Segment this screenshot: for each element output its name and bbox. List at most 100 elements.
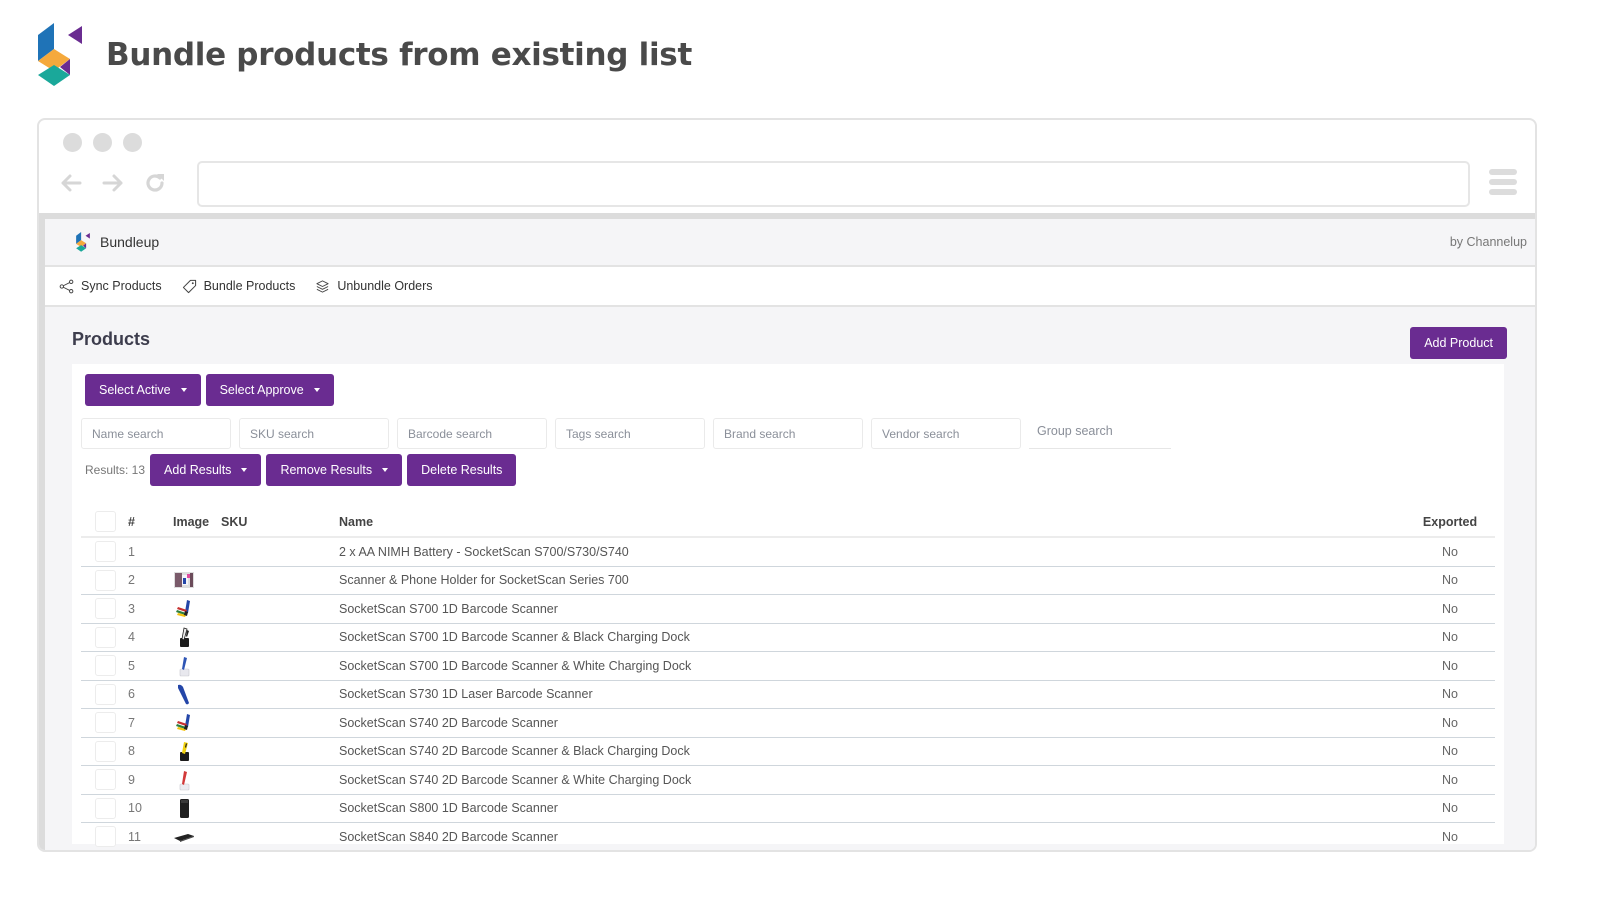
table-row[interactable]: 9 SocketScan S740 2D Barcode Scanner & W… xyxy=(81,766,1495,795)
window-minimize-dot[interactable] xyxy=(93,133,112,152)
column-header-sku[interactable]: SKU xyxy=(221,515,339,529)
table-row[interactable]: 11 SocketScan S840 2D Barcode Scanner No xyxy=(81,823,1495,850)
table-row[interactable]: 10 SocketScan S800 1D Barcode Scanner No xyxy=(81,795,1495,823)
row-exported: No xyxy=(1442,658,1458,673)
add-results-label: Add Results xyxy=(164,463,232,477)
barcode-search-input[interactable] xyxy=(397,418,547,449)
row-exported: No xyxy=(1442,744,1458,759)
row-name[interactable]: SocketScan S700 1D Barcode Scanner xyxy=(339,602,1405,616)
app-nav: Sync Products Bundle Products Unbundle O… xyxy=(45,267,1535,307)
product-thumbnail-scanner-white-dock xyxy=(179,656,190,677)
row-checkbox[interactable] xyxy=(95,769,116,791)
table-row[interactable]: 1 2 x AA NIMH Battery - SocketScan S700/… xyxy=(81,538,1495,567)
row-exported: No xyxy=(1442,715,1458,730)
product-thumbnail-scanner-black-dock xyxy=(180,627,189,648)
brand[interactable]: Bundleup xyxy=(75,232,159,252)
row-exported: No xyxy=(1442,687,1458,702)
add-product-button[interactable]: Add Product xyxy=(1410,327,1507,359)
reload-icon[interactable] xyxy=(143,170,167,196)
row-checkbox[interactable] xyxy=(95,826,116,848)
page-header: Bundle products from existing list xyxy=(36,22,692,88)
tags-search-input[interactable] xyxy=(555,418,705,449)
table-row[interactable]: 3 SocketScan S700 1D Barcode Scanner No xyxy=(81,595,1495,624)
row-name[interactable]: SocketScan S700 1D Barcode Scanner & Whi… xyxy=(339,659,1405,673)
select-approve-dropdown[interactable]: Select Approve xyxy=(205,374,334,406)
column-header-number[interactable]: # xyxy=(128,515,173,529)
row-name[interactable]: SocketScan S730 1D Laser Barcode Scanner xyxy=(339,687,1405,701)
product-thumbnail-phone-holder-photo xyxy=(174,572,194,589)
browser-chrome xyxy=(39,120,1535,219)
row-number: 4 xyxy=(128,630,135,645)
brand-search-input[interactable] xyxy=(713,418,863,449)
column-header-name[interactable]: Name xyxy=(339,515,1405,529)
forward-arrow-icon[interactable] xyxy=(101,170,125,196)
browser-menu-icon[interactable] xyxy=(1489,169,1517,195)
products-table: # Image SKU Name Exported 1 2 x AA NIMH … xyxy=(81,507,1495,850)
product-thumbnail-yellow-scanner-black-dock xyxy=(180,742,189,762)
back-arrow-icon[interactable] xyxy=(59,170,83,196)
app-topbar: Bundleup by Channelup xyxy=(45,219,1535,267)
row-number: 7 xyxy=(128,715,135,730)
nav-label: Unbundle Orders xyxy=(337,279,433,293)
caret-down-icon xyxy=(382,468,389,472)
row-number: 1 xyxy=(128,544,135,559)
name-search-input[interactable] xyxy=(81,418,231,449)
browser-window: Bundleup by Channelup Sync Products Bund… xyxy=(37,118,1537,852)
row-number: 11 xyxy=(128,829,141,844)
row-checkbox[interactable] xyxy=(95,541,116,563)
row-name[interactable]: Scanner & Phone Holder for SocketScan Se… xyxy=(339,573,1405,587)
window-close-dot[interactable] xyxy=(63,133,82,152)
table-row[interactable]: 4 SocketScan S700 1D Barcode Scanner & B… xyxy=(81,624,1495,652)
table-row[interactable]: 7 SocketScan S740 2D Barcode Scanner No xyxy=(81,709,1495,738)
nav-unbundle-orders[interactable]: Unbundle Orders xyxy=(315,279,433,294)
delete-results-button[interactable]: Delete Results xyxy=(407,454,517,486)
row-name[interactable]: 2 x AA NIMH Battery - SocketScan S700/S7… xyxy=(339,545,1405,559)
address-bar[interactable] xyxy=(197,161,1470,207)
row-name[interactable]: SocketScan S740 2D Barcode Scanner & Whi… xyxy=(339,773,1405,787)
row-checkbox[interactable] xyxy=(95,683,116,705)
row-checkbox[interactable] xyxy=(95,655,116,677)
row-checkbox[interactable] xyxy=(95,626,116,648)
column-header-image[interactable]: Image xyxy=(173,515,221,529)
table-row[interactable]: 6 SocketScan S730 1D Laser Barcode Scann… xyxy=(81,681,1495,709)
sku-search-input[interactable] xyxy=(239,418,389,449)
layers-icon xyxy=(316,279,329,293)
window-maximize-dot[interactable] xyxy=(123,133,142,152)
row-checkbox[interactable] xyxy=(95,797,116,819)
row-image-cell xyxy=(173,569,221,591)
row-image-cell xyxy=(173,769,221,791)
table-row[interactable]: 5 SocketScan S700 1D Barcode Scanner & W… xyxy=(81,652,1495,681)
column-header-exported[interactable]: Exported xyxy=(1405,515,1495,529)
row-name[interactable]: SocketScan S840 2D Barcode Scanner xyxy=(339,830,1405,844)
row-name[interactable]: SocketScan S740 2D Barcode Scanner & Bla… xyxy=(339,744,1405,758)
row-name[interactable]: SocketScan S740 2D Barcode Scanner xyxy=(339,716,1405,730)
results-count: Results: 13 xyxy=(85,463,146,477)
select-all-checkbox[interactable] xyxy=(95,511,116,532)
products-title: Products xyxy=(72,329,151,349)
table-row[interactable]: 2 Scanner & Phone Holder for SocketScan … xyxy=(81,567,1495,595)
remove-results-dropdown[interactable]: Remove Results xyxy=(266,454,403,486)
remove-results-label: Remove Results xyxy=(280,463,373,477)
row-checkbox[interactable] xyxy=(95,740,116,762)
product-thumbnail-black-scanner xyxy=(180,799,189,819)
row-name[interactable]: SocketScan S800 1D Barcode Scanner xyxy=(339,801,1405,815)
row-name[interactable]: SocketScan S700 1D Barcode Scanner & Bla… xyxy=(339,630,1405,644)
row-checkbox[interactable] xyxy=(95,712,116,734)
vendor-search-input[interactable] xyxy=(871,418,1021,449)
caret-down-icon xyxy=(313,388,320,392)
table-row[interactable]: 8 SocketScan S740 2D Barcode Scanner & B… xyxy=(81,738,1495,766)
row-number: 9 xyxy=(128,772,135,787)
select-active-dropdown[interactable]: Select Active xyxy=(85,374,201,406)
caret-down-icon xyxy=(180,388,187,392)
nav-sync-products[interactable]: Sync Products xyxy=(59,279,162,294)
row-image-cell xyxy=(173,740,221,762)
nav-bundle-products[interactable]: Bundle Products xyxy=(182,279,295,294)
row-checkbox[interactable] xyxy=(95,569,116,591)
app-viewport: Bundleup by Channelup Sync Products Bund… xyxy=(39,219,1535,850)
row-number: 5 xyxy=(128,658,135,673)
nav-label: Sync Products xyxy=(81,279,162,293)
row-checkbox[interactable] xyxy=(95,598,116,620)
add-results-dropdown[interactable]: Add Results xyxy=(150,454,262,486)
group-search-input[interactable] xyxy=(1029,413,1171,449)
row-image-cell xyxy=(173,826,221,848)
